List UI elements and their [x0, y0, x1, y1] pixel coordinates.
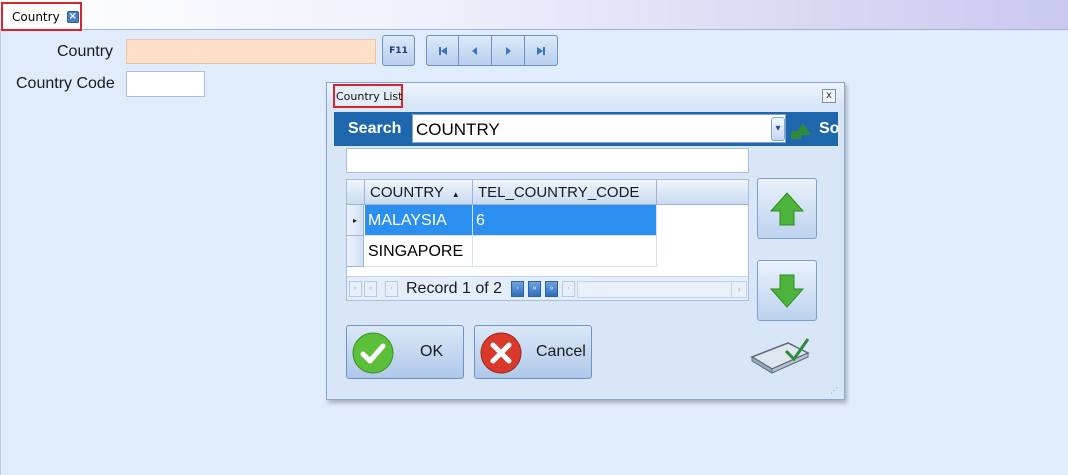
sort-asc-icon: ▲ [451, 190, 460, 199]
cell-country[interactable]: SINGAPORE [365, 236, 473, 267]
cell-country[interactable]: MALAYSIA [365, 205, 473, 236]
grid-next-button[interactable]: › [511, 281, 524, 297]
first-record-button[interactable] [426, 35, 459, 66]
grid-scroll-left-button[interactable]: ‹ [562, 281, 575, 297]
cancel-x-icon [480, 332, 522, 374]
check-icon [352, 332, 394, 374]
search-field-select[interactable]: COUNTRY ▾ [412, 114, 786, 143]
horizontal-scrollbar[interactable]: › [577, 281, 747, 298]
search-button-label: So [819, 120, 840, 137]
previous-record-icon [472, 46, 477, 55]
first-record-icon [438, 46, 447, 55]
record-counter: Record 1 of 2 [406, 280, 503, 297]
dialog-close-button[interactable]: x [822, 89, 836, 103]
dialog-titlebar [327, 83, 844, 109]
country-grid: COUNTRY ▲ TEL_COUNTRY_CODE ▸ MALAYSIA 6 … [346, 179, 749, 301]
country-label: Country [57, 43, 114, 60]
cell-tel-country-code[interactable] [473, 236, 657, 267]
country-input[interactable] [126, 39, 376, 64]
search-label: Search [348, 120, 402, 137]
ok-button-label: OK [420, 343, 444, 360]
country-list-dialog: Country List x Search COUNTRY ▾ So COUNT… [326, 82, 845, 400]
document-tab-strip: Country × [0, 0, 1068, 31]
column-header-tel-country-code[interactable]: TEL_COUNTRY_CODE [473, 180, 657, 205]
column-header-country[interactable]: COUNTRY ▲ [365, 180, 473, 205]
arrow-up-icon [769, 191, 805, 225]
header-indicator [347, 180, 365, 205]
tab-close-icon[interactable]: × [66, 10, 79, 23]
f11-lookup-button[interactable]: F11 [382, 35, 415, 66]
filter-input[interactable] [346, 148, 749, 173]
grid-prev-button[interactable]: ‹ [385, 281, 398, 297]
grid-next-page-button[interactable]: » [528, 281, 541, 297]
scroll-right-icon[interactable]: › [731, 282, 746, 297]
last-record-button[interactable] [525, 35, 558, 66]
row-indicator: ▸ [347, 205, 364, 236]
tab-country-label: Country [12, 9, 60, 24]
tab-country[interactable]: Country × [1, 2, 82, 31]
country-code-label: Country Code [16, 75, 115, 92]
search-refresh-icon [791, 123, 811, 139]
record-navigator [426, 35, 558, 66]
close-icon: x [826, 90, 832, 101]
cancel-button-label: Cancel [536, 343, 586, 360]
next-record-icon [506, 46, 511, 55]
search-button[interactable]: So [790, 114, 840, 143]
row-indicator [347, 236, 364, 267]
last-record-icon [537, 46, 545, 55]
dialog-title: Country List [333, 84, 403, 108]
grid-header: COUNTRY ▲ TEL_COUNTRY_CODE [347, 180, 748, 205]
grid-last-button[interactable]: » [545, 281, 558, 297]
ok-button[interactable]: OK [346, 325, 464, 379]
grid-navigator: « « ‹ Record 1 of 2 › » » ‹ › [347, 276, 748, 300]
cell-tel-country-code[interactable]: 6 [473, 205, 657, 236]
move-down-button[interactable] [757, 260, 817, 321]
move-up-button[interactable] [757, 178, 817, 239]
table-row[interactable]: SINGAPORE [347, 236, 657, 267]
search-bar: Search COUNTRY ▾ So [334, 112, 840, 146]
chevron-down-icon[interactable]: ▾ [771, 117, 785, 141]
search-field-value: COUNTRY [416, 120, 500, 139]
next-record-button[interactable] [492, 35, 525, 66]
table-row[interactable]: ▸ MALAYSIA 6 [347, 205, 657, 236]
country-code-input[interactable] [126, 71, 205, 97]
cancel-button[interactable]: Cancel [474, 325, 592, 379]
grid-prev-page-button[interactable]: « [364, 281, 377, 297]
arrow-down-icon [769, 274, 805, 308]
keyboard-icon[interactable] [748, 335, 812, 375]
grid-first-button[interactable]: « [349, 281, 362, 297]
resize-grip-icon[interactable]: ⋰ [830, 386, 838, 395]
previous-record-button[interactable] [459, 35, 492, 66]
